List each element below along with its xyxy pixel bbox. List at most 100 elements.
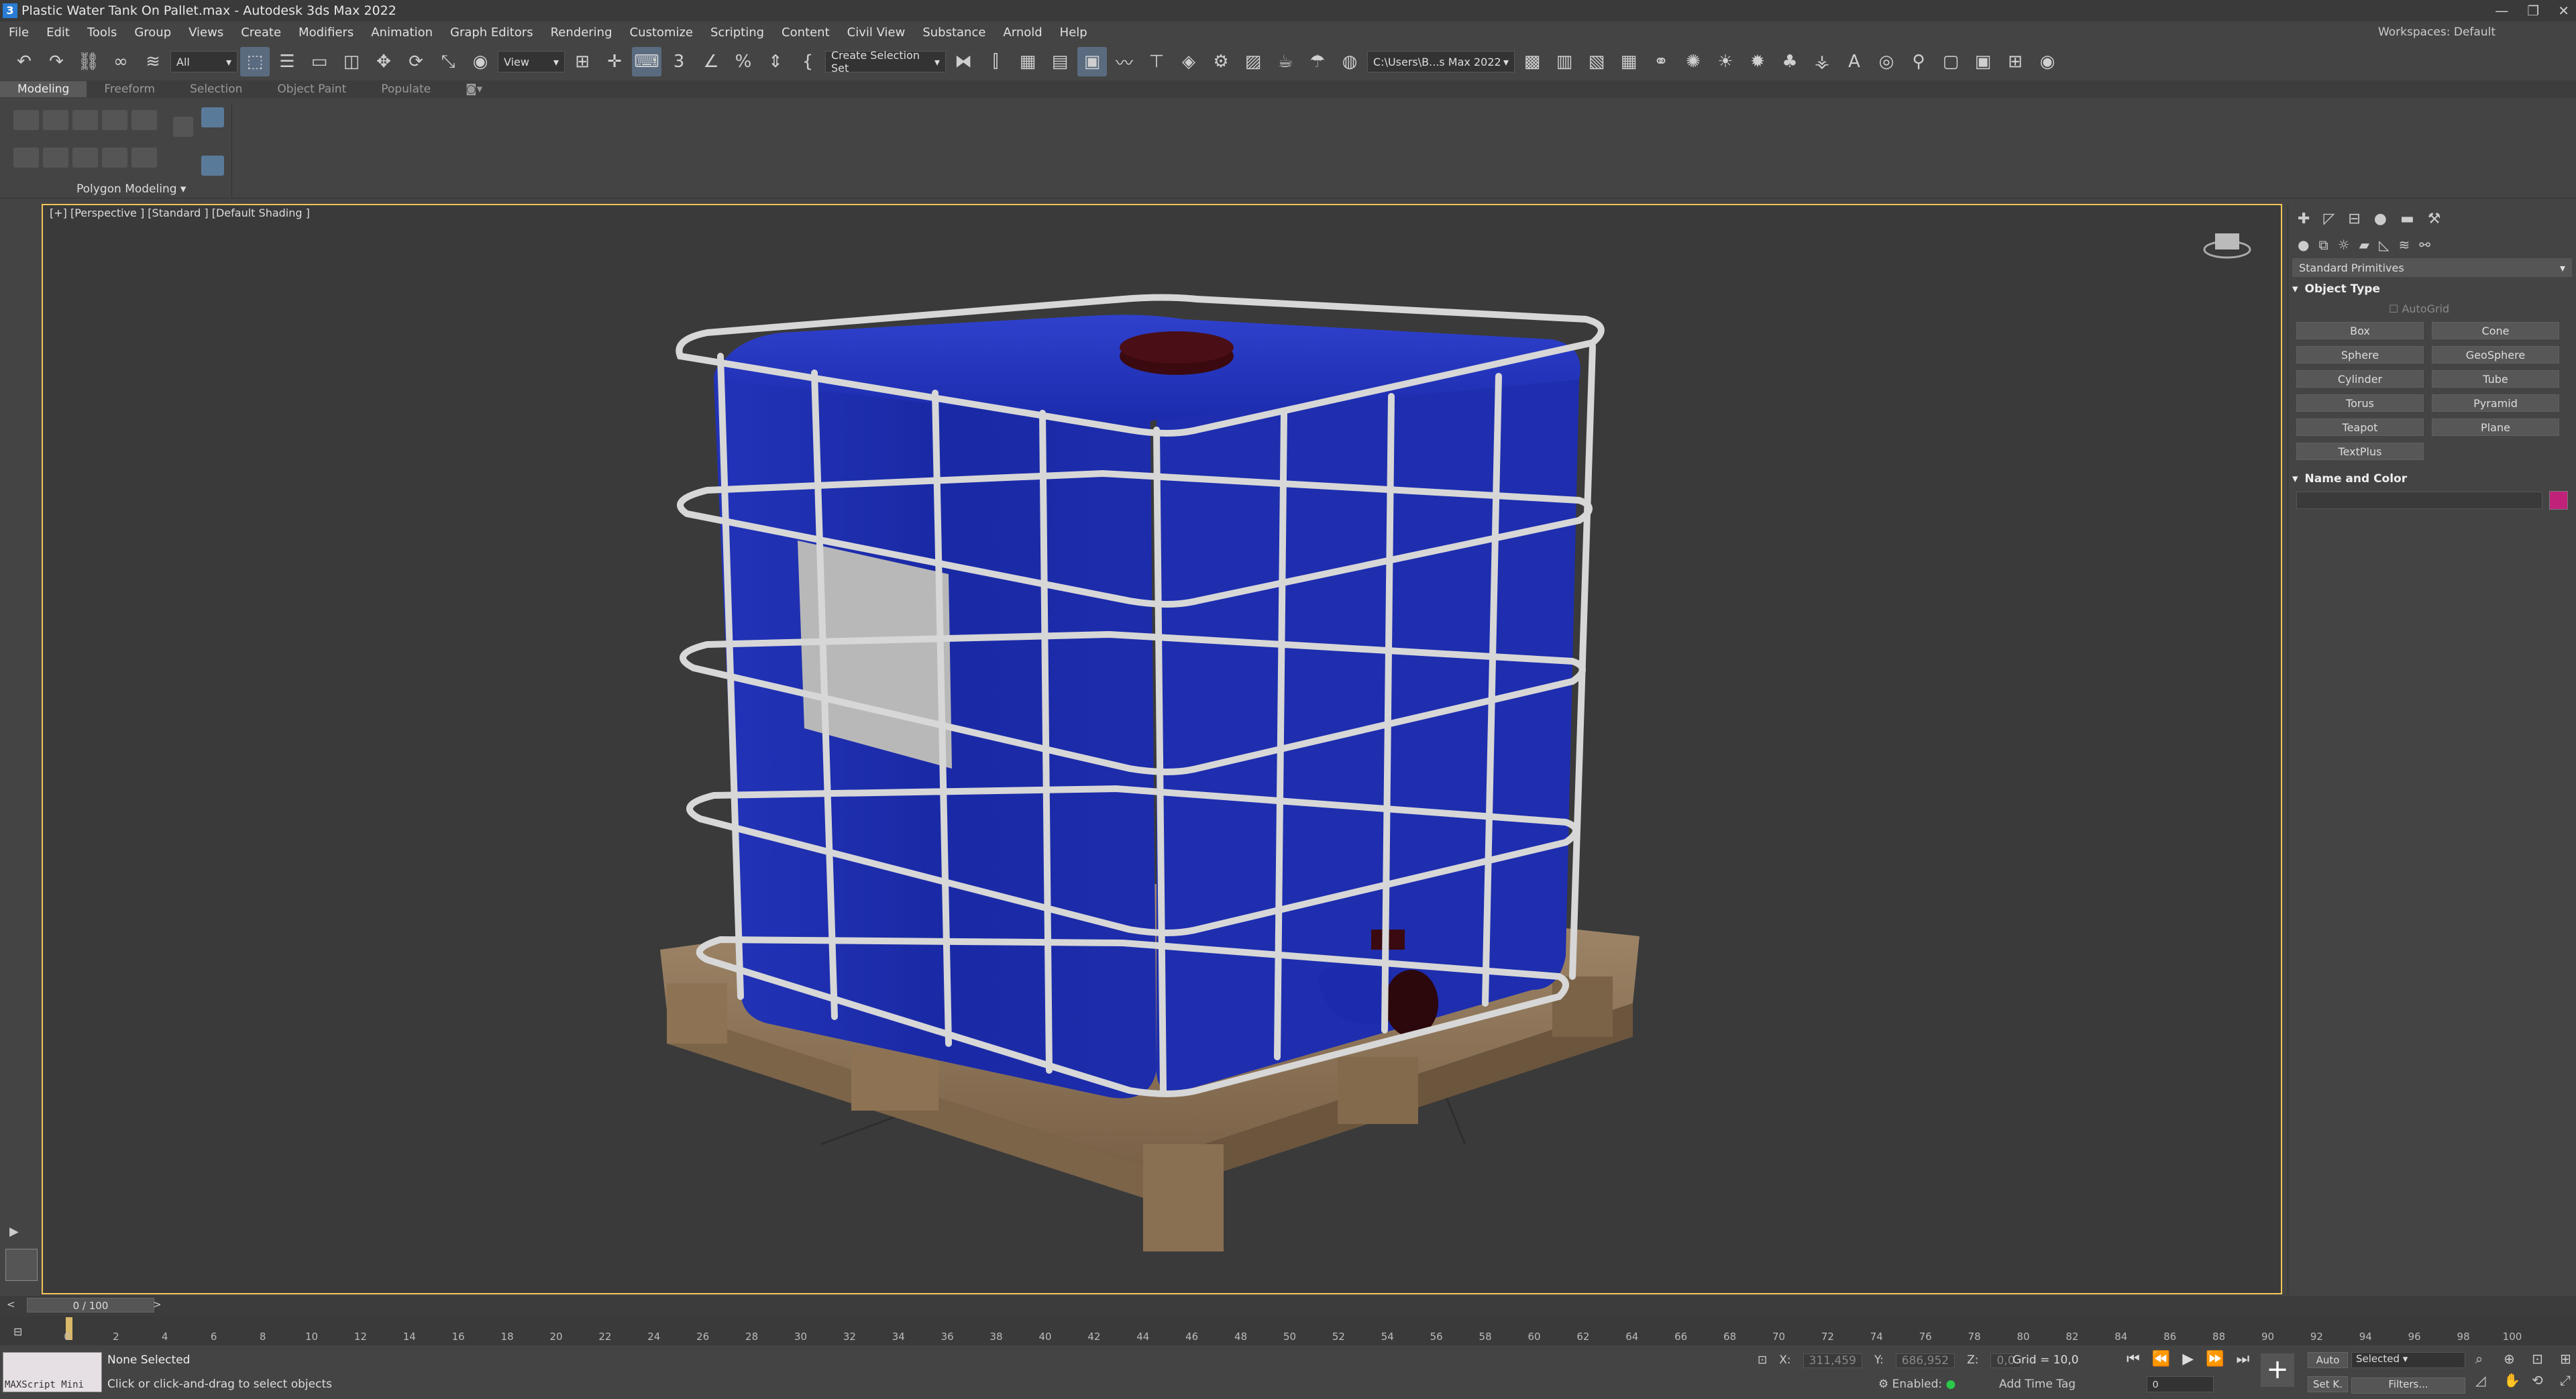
layout-tab-icon[interactable] [5, 1249, 38, 1281]
systems-icon[interactable]: ⚯ [2419, 237, 2430, 253]
view-3d-icon[interactable] [201, 107, 224, 127]
fov-icon[interactable]: ◿ [2475, 1372, 2498, 1388]
workspaces-selector[interactable]: Workspaces: Default [2378, 25, 2496, 39]
tab-populate[interactable]: Populate [364, 81, 448, 97]
vertex-icon[interactable] [13, 110, 39, 130]
manipulate-icon[interactable]: ✛ [600, 47, 629, 76]
layer-explorer-icon[interactable]: ▤ [1045, 47, 1075, 76]
angle-snap-icon[interactable]: ∠ [696, 47, 726, 76]
key-filter-dropdown[interactable]: Selected ▾ [2351, 1352, 2465, 1368]
motion-tab-icon[interactable]: ● [2374, 211, 2387, 227]
menu-civil-view[interactable]: Civil View [839, 25, 914, 40]
edge-icon[interactable] [43, 110, 68, 130]
bind-spacewarp-icon[interactable]: ≋ [138, 47, 168, 76]
auto-key-button[interactable]: Auto [2308, 1352, 2348, 1368]
cameras-icon[interactable]: ▰ [2359, 237, 2369, 253]
track-bar[interactable]: ⊟ 0 2 4 6 8 10 12 14 16 18 20 22 24 26 28 30 32 34 36 38 40 4… [0, 1316, 2576, 1345]
geometry-icon[interactable]: ● [2298, 237, 2309, 253]
textplus-button[interactable]: TextPlus [2296, 443, 2424, 460]
camera-icon[interactable]: ◎ [1872, 47, 1901, 76]
border-icon[interactable] [72, 110, 98, 130]
brush-icon[interactable]: ⚶ [1807, 47, 1837, 76]
pivot-icon[interactable]: ⊞ [568, 47, 597, 76]
pan-icon[interactable]: ✋ [2504, 1372, 2526, 1388]
selection-set-dropdown[interactable]: Create Selection Set ▾ [825, 49, 946, 74]
mini-curve-icon[interactable]: ⊟ [13, 1325, 22, 1338]
snap-3d-icon[interactable]: 3 [664, 47, 694, 76]
current-frame-field[interactable] [2147, 1376, 2214, 1392]
tab-selection[interactable]: Selection [172, 81, 260, 97]
orbit-icon[interactable]: ⟲ [2532, 1372, 2555, 1388]
render-frame-icon[interactable]: ▣ [1968, 47, 1998, 76]
window-layout-icon[interactable]: ▥ [1550, 47, 1579, 76]
torus-button[interactable]: Torus [2296, 394, 2424, 412]
show-end-result-icon[interactable] [173, 117, 193, 137]
play-icon[interactable]: ▶ [2182, 1351, 2194, 1367]
menu-modifiers[interactable]: Modifiers [290, 25, 362, 40]
select-object-icon[interactable]: ⬚ [240, 47, 270, 76]
scene-explorer-icon[interactable]: ▦ [1013, 47, 1042, 76]
reference-coord-dropdown[interactable]: View ▾ [498, 51, 565, 72]
lock-icon[interactable]: ⊡ [1758, 1353, 1767, 1368]
align-icon[interactable]: ⫿ [981, 47, 1010, 76]
window-layout-3-icon[interactable]: ▦ [1614, 47, 1644, 76]
expand-icon[interactable]: ▶ [9, 1225, 19, 1239]
hierarchy-tab-icon[interactable]: ⊟ [2348, 211, 2360, 227]
cylinder-button[interactable]: Cylinder [2296, 370, 2424, 388]
tab-freeform[interactable]: Freeform [87, 81, 172, 97]
create-tab-icon[interactable]: ✚ [2298, 211, 2310, 227]
menu-content[interactable]: Content [773, 25, 839, 40]
render-arnold-icon[interactable]: ☂ [1303, 47, 1332, 76]
pin-stack-icon[interactable] [201, 156, 224, 176]
window-layout-2-icon[interactable]: ▧ [1582, 47, 1611, 76]
cone-button[interactable]: Cone [2432, 322, 2559, 339]
render-region-icon[interactable]: ▢ [1936, 47, 1966, 76]
menu-animation[interactable]: Animation [362, 25, 441, 40]
menu-file[interactable]: File [0, 25, 38, 40]
tab-object-paint[interactable]: Object Paint [260, 81, 364, 97]
eye-icon[interactable]: ◉ [2033, 47, 2062, 76]
render-online-icon[interactable]: ◍ [1335, 47, 1364, 76]
project-path-dropdown[interactable]: C:\Users\B...s Max 2022 ▾ [1367, 51, 1515, 72]
text-icon[interactable]: A [1839, 47, 1869, 76]
restore-icon[interactable]: ❐ [2527, 3, 2539, 19]
ignore-backfacing-icon[interactable] [102, 148, 127, 168]
new-key-icon[interactable]: + [2261, 1353, 2294, 1387]
pyramid-button[interactable]: Pyramid [2432, 394, 2559, 412]
menu-tools[interactable]: Tools [78, 25, 125, 40]
menu-graph-editors[interactable]: Graph Editors [441, 25, 542, 40]
light-icon[interactable]: ☀ [1711, 47, 1740, 76]
lights-icon[interactable]: ☼ [2338, 237, 2350, 253]
material-editor-icon[interactable]: ◈ [1174, 47, 1203, 76]
scene-converter-icon[interactable]: ⚭ [1646, 47, 1676, 76]
maximize-viewport-icon[interactable]: ⤢ [2560, 1372, 2576, 1388]
object-name-field[interactable] [2296, 492, 2543, 509]
collapse-icon[interactable] [72, 148, 98, 168]
menu-rendering[interactable]: Rendering [542, 25, 621, 40]
polygon-icon[interactable] [102, 110, 127, 130]
polygon-modeling-label[interactable]: Polygon Modeling ▾ [76, 182, 186, 196]
previous-frame-icon[interactable]: ⏪ [2152, 1351, 2170, 1367]
select-by-name-icon[interactable]: ☰ [272, 47, 302, 76]
zoom-icon[interactable]: ⌕ [2475, 1351, 2498, 1367]
zoom-extents-icon[interactable]: ⊡ [2532, 1351, 2555, 1367]
teapot-button[interactable]: Teapot [2296, 418, 2424, 436]
undo-icon[interactable]: ↶ [9, 47, 39, 76]
zoom-all-icon[interactable]: ⊕ [2504, 1351, 2526, 1367]
go-to-end-icon[interactable]: ⏭ [2237, 1351, 2250, 1367]
menu-scripting[interactable]: Scripting [702, 25, 773, 40]
element-icon[interactable] [131, 110, 157, 130]
prev-frame-icon[interactable]: < [7, 1298, 15, 1310]
preview-icon[interactable] [131, 148, 157, 168]
add-time-tag[interactable]: Add Time Tag [1999, 1378, 2076, 1391]
menu-views[interactable]: Views [180, 25, 232, 40]
set-key-button[interactable]: Set K. [2308, 1376, 2348, 1392]
stack-icon[interactable] [43, 148, 68, 168]
geosphere-button[interactable]: GeoSphere [2432, 346, 2559, 363]
scale-icon[interactable]: ⤡ [433, 47, 463, 76]
object-color-swatch[interactable] [2549, 491, 2568, 510]
ribbon-options-icon[interactable]: ◙▾ [448, 81, 500, 97]
name-and-color-rollout[interactable]: ▾ Name and Color [2292, 472, 2572, 486]
window-crossing-icon[interactable]: ◫ [337, 47, 366, 76]
spacewarps-icon[interactable]: ≋ [2398, 237, 2410, 253]
